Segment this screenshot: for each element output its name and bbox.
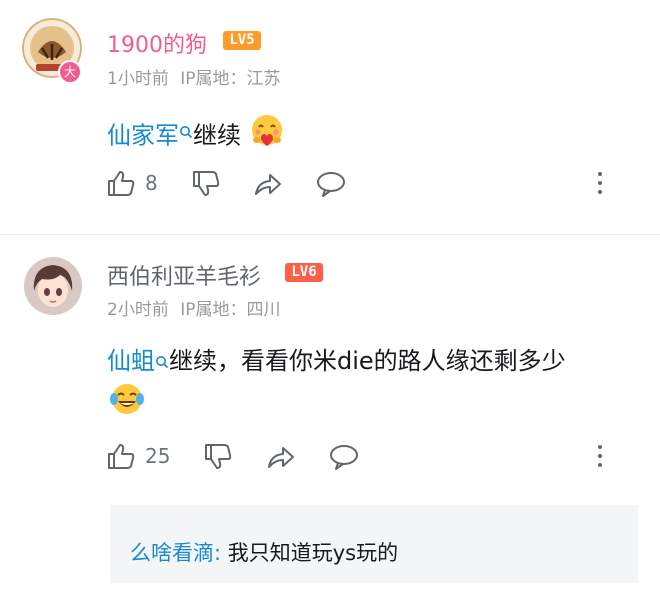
tears-of-joy-emoji bbox=[109, 381, 145, 421]
search-mini-icon bbox=[179, 116, 193, 150]
username[interactable]: 1900的狗 bbox=[107, 27, 207, 59]
level-badge: LV5 bbox=[223, 31, 261, 50]
comment-bubble-icon[interactable] bbox=[329, 443, 359, 471]
comment-time: 1小时前 bbox=[107, 69, 169, 89]
comment-meta: 1小时前 IP属地：江苏 bbox=[107, 64, 281, 89]
mention-link[interactable]: 仙蛆 bbox=[107, 347, 155, 375]
ip-location: IP属地：江苏 bbox=[180, 69, 281, 89]
comment-text: 继续，看看你米die的路人缘还剩多少 bbox=[169, 347, 566, 375]
divider bbox=[0, 234, 660, 235]
mention-link[interactable]: 仙家军 bbox=[107, 122, 179, 150]
comment-content: 仙蛆 继续，看看你米die的路人缘还剩多少 bbox=[107, 344, 566, 380]
search-mini-icon bbox=[155, 346, 169, 380]
reply-author[interactable]: 么啥看滴 bbox=[130, 541, 214, 565]
like-count: 8 bbox=[145, 171, 158, 195]
comment-meta: 2小时前 IP属地：四川 bbox=[107, 295, 281, 320]
reply-preview[interactable]: 么啥看滴: 我只知道玩ys玩的 bbox=[110, 505, 638, 583]
comment-time: 2小时前 bbox=[107, 300, 169, 320]
share-icon[interactable] bbox=[253, 170, 283, 198]
reply-item: 么啥看滴: 我只知道玩ys玩的 bbox=[130, 537, 398, 567]
thumb-up-icon bbox=[108, 171, 135, 196]
thumb-down-icon[interactable] bbox=[203, 442, 233, 472]
more-options-icon[interactable] bbox=[596, 172, 604, 196]
hug-heart-emoji bbox=[249, 114, 285, 159]
reply-text: 我只知道玩ys玩的 bbox=[221, 541, 399, 565]
comment-text: 继续 bbox=[193, 121, 241, 150]
comment-bubble-icon[interactable] bbox=[316, 170, 346, 198]
share-icon[interactable] bbox=[266, 443, 296, 471]
more-options-icon[interactable] bbox=[596, 445, 604, 469]
ip-location: IP属地：四川 bbox=[180, 300, 281, 320]
thumb-down-icon[interactable] bbox=[191, 169, 221, 199]
avatar-badge: 大 bbox=[58, 60, 82, 84]
like-count: 25 bbox=[145, 444, 171, 468]
thumb-up-icon bbox=[108, 444, 135, 469]
username[interactable]: 西伯利亚羊毛衫 bbox=[107, 259, 261, 291]
avatar[interactable] bbox=[24, 257, 82, 315]
comment-content: 仙家军 继续 bbox=[107, 114, 285, 159]
anime-girl-avatar-icon bbox=[24, 257, 82, 315]
like-button[interactable]: 8 bbox=[106, 168, 166, 200]
like-button[interactable]: 25 bbox=[106, 441, 176, 473]
level-badge: LV6 bbox=[285, 263, 323, 282]
